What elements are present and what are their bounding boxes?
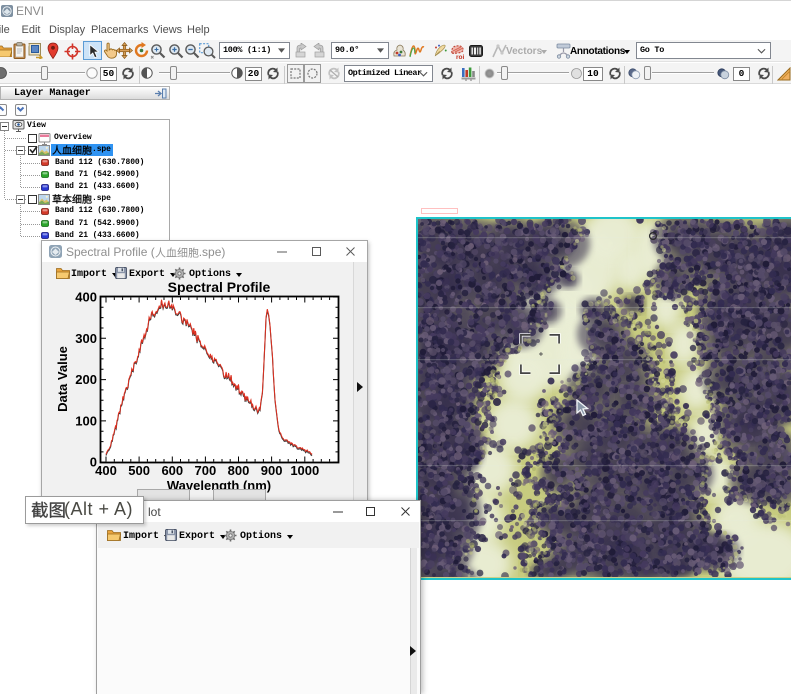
svg-text:roi: roi <box>456 54 465 60</box>
